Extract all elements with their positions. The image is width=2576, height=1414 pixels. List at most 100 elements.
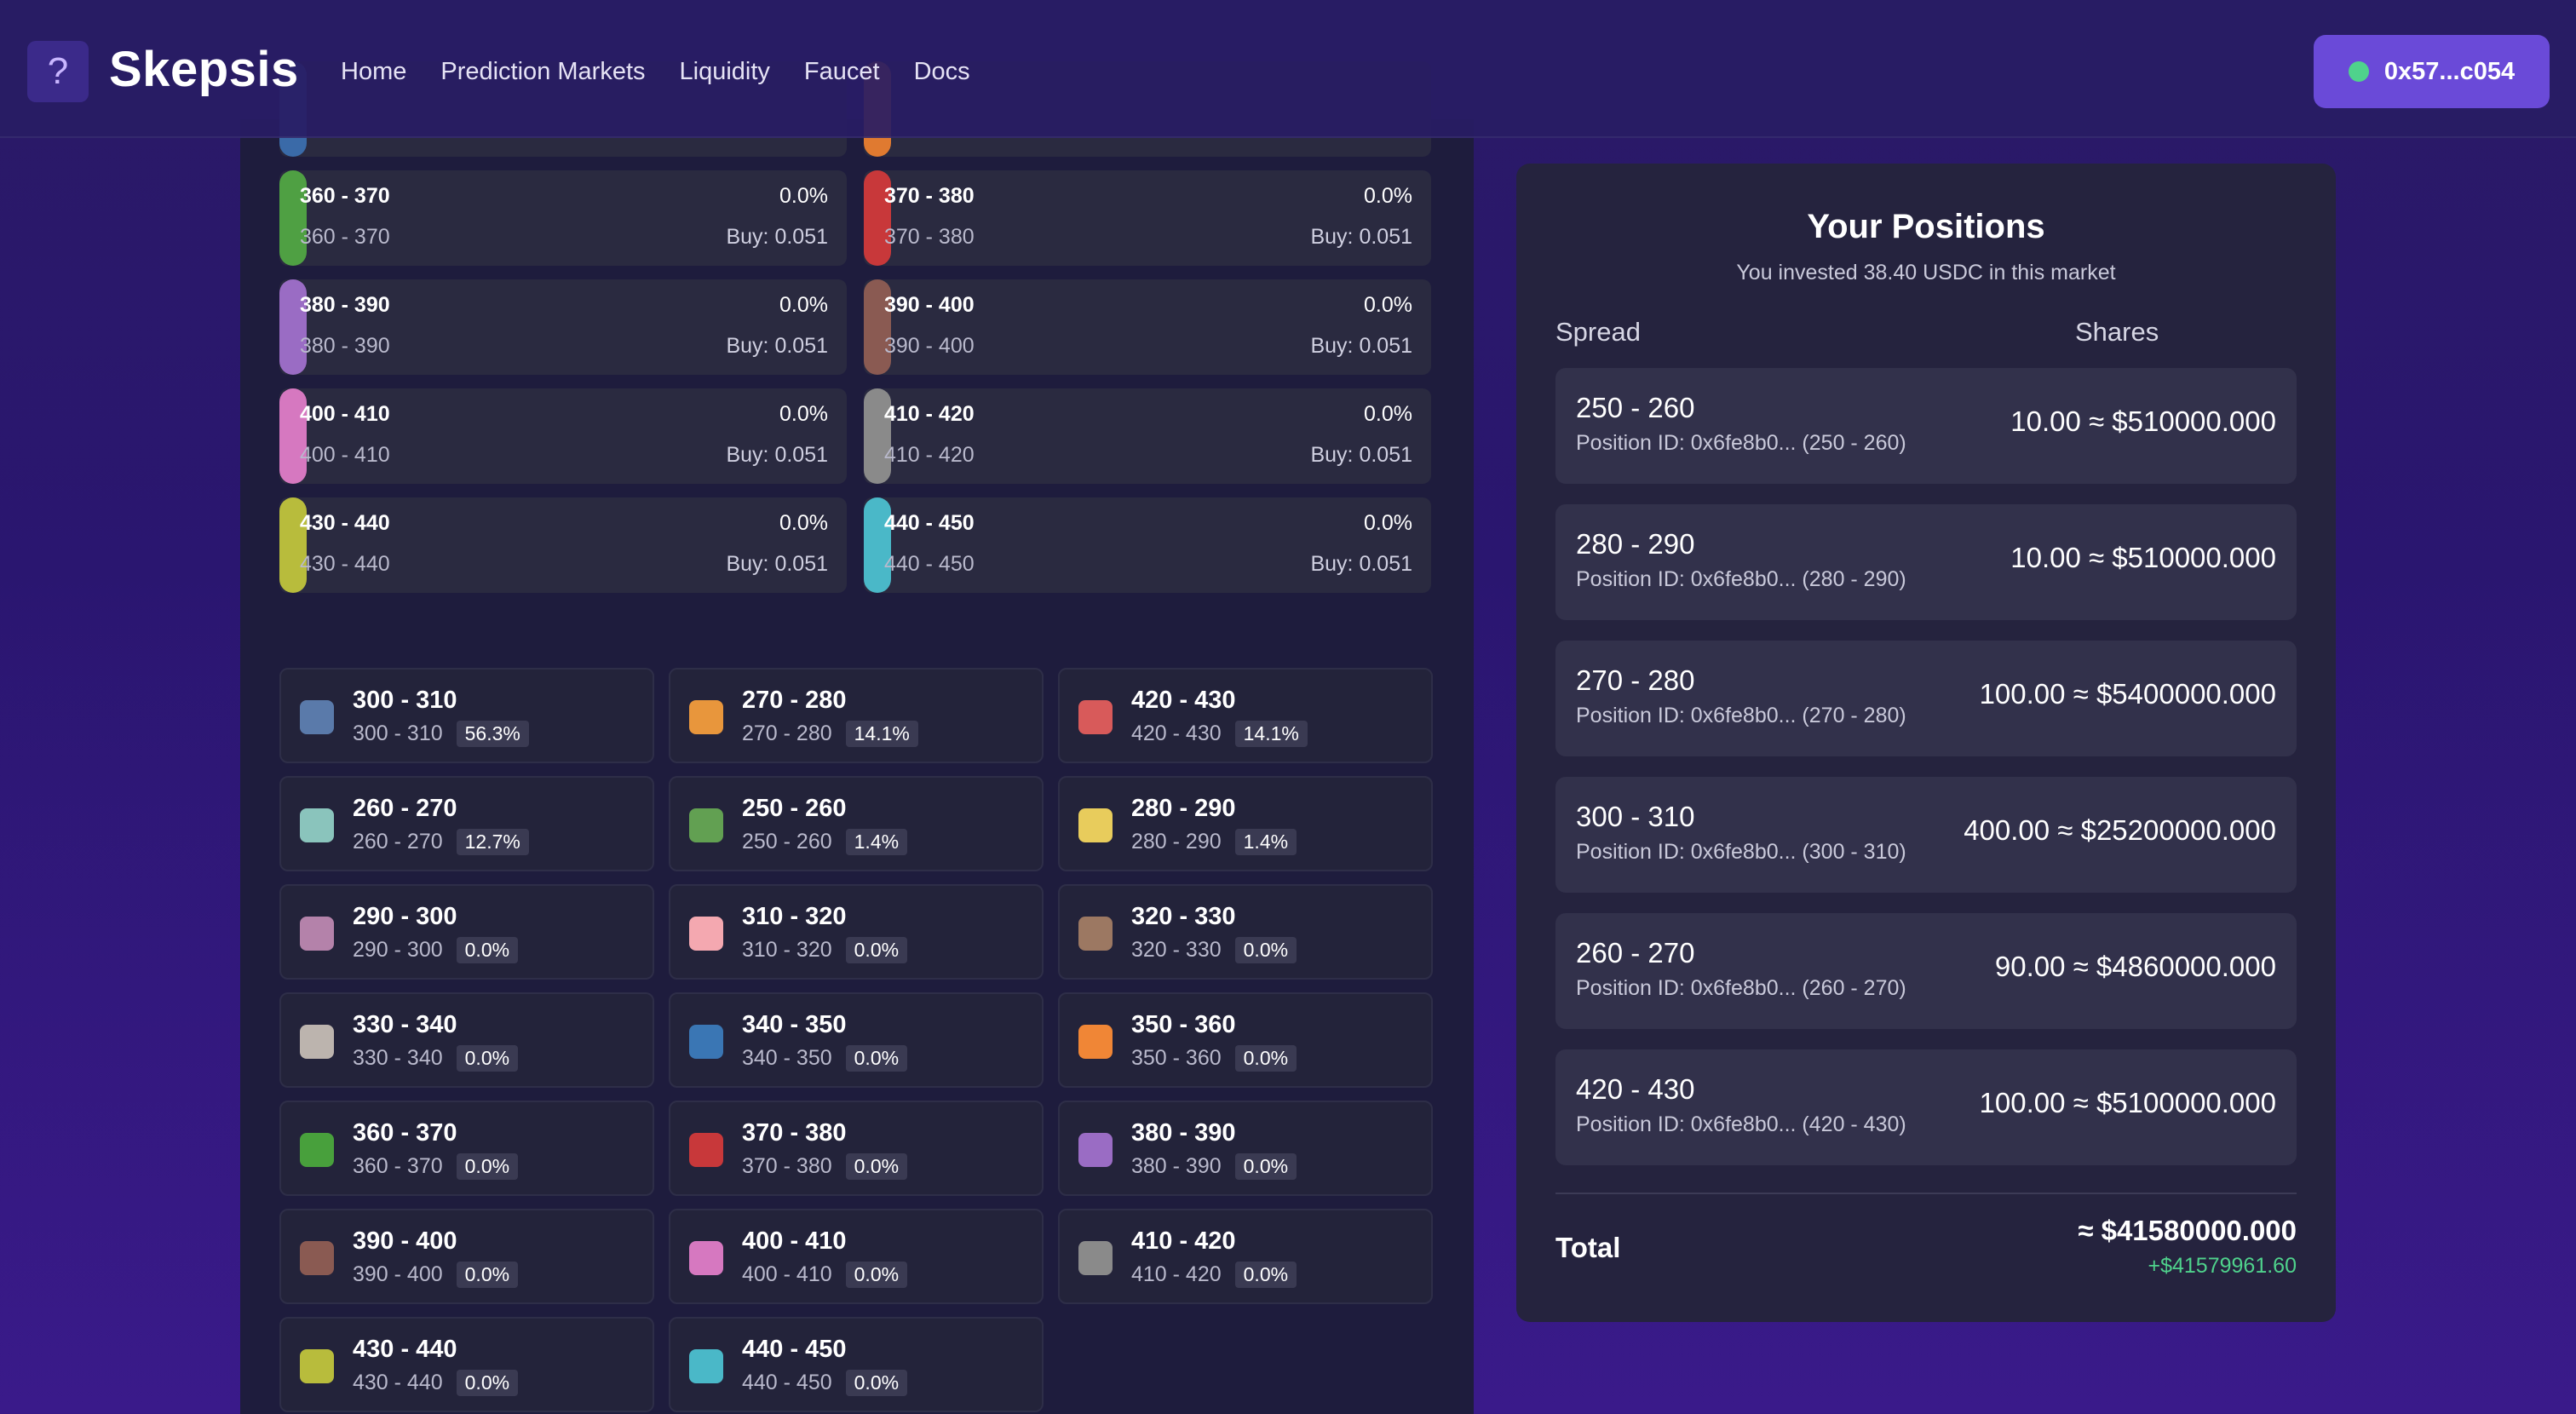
legend-range: 280 - 290 xyxy=(1131,830,1222,854)
outcome-subtitle: 430 - 440 xyxy=(300,552,390,576)
legend-color-swatch xyxy=(1078,1025,1113,1059)
legend-item[interactable]: 250 - 260 250 - 260 1.4% xyxy=(669,776,1044,871)
legend-range: 250 - 260 xyxy=(742,830,832,854)
position-row[interactable]: 420 - 430 Position ID: 0x6fe8b0... (420 -… xyxy=(1555,1049,2297,1165)
legend-item[interactable]: 420 - 430 420 - 430 14.1% xyxy=(1058,668,1433,763)
position-shares-value: 400.00 ≈ $25200000.000 xyxy=(1964,814,2276,846)
legend-percentage-badge: 0.0% xyxy=(456,1262,519,1288)
legend-item[interactable]: 370 - 380 370 - 380 0.0% xyxy=(669,1101,1044,1196)
outcome-buy-price[interactable]: Buy: 0.051 xyxy=(726,443,828,468)
outcome-title: 360 - 370 xyxy=(300,184,390,208)
nav-link-liquidity[interactable]: Liquidity xyxy=(680,58,770,86)
position-spread: 280 - 290 xyxy=(1576,528,1695,560)
outcome-probability: 0.0% xyxy=(1364,402,1412,426)
legend-range: 360 - 370 xyxy=(353,1154,443,1178)
legend-subtitle: 270 - 280 14.1% xyxy=(742,721,918,747)
outcome-buy-price[interactable]: Buy: 0.051 xyxy=(1310,225,1412,250)
legend-item[interactable]: 280 - 290 280 - 290 1.4% xyxy=(1058,776,1433,871)
legend-subtitle: 410 - 420 0.0% xyxy=(1131,1262,1297,1288)
position-id: Position ID: 0x6fe8b0... (250 - 260) xyxy=(1576,431,1906,455)
nav-link-home[interactable]: Home xyxy=(341,58,406,86)
legend-range: 330 - 340 xyxy=(353,1046,443,1070)
legend-item[interactable]: 320 - 330 320 - 330 0.0% xyxy=(1058,884,1433,980)
legend-item[interactable]: 410 - 420 410 - 420 0.0% xyxy=(1058,1209,1433,1304)
legend-subtitle: 400 - 410 0.0% xyxy=(742,1262,908,1288)
outcome-card[interactable]: 400 - 410 400 - 410 0.0% Buy: 0.051 xyxy=(279,388,847,484)
legend-percentage-badge: 0.0% xyxy=(1234,1045,1297,1072)
legend-percentage-badge: 0.0% xyxy=(845,1153,908,1180)
position-shares-value: 100.00 ≈ $5100000.000 xyxy=(1979,1087,2276,1118)
legend-item[interactable]: 330 - 340 330 - 340 0.0% xyxy=(279,992,654,1088)
legend-item[interactable]: 360 - 370 360 - 370 0.0% xyxy=(279,1101,654,1196)
legend-title: 320 - 330 xyxy=(1131,903,1236,930)
outcome-probability: 0.0% xyxy=(779,184,828,208)
outcome-card[interactable]: 440 - 450 440 - 450 0.0% Buy: 0.051 xyxy=(864,497,1431,593)
legend-title: 430 - 440 xyxy=(353,1336,457,1363)
legend-percentage-badge: 0.0% xyxy=(456,1370,519,1396)
nav-link-faucet[interactable]: Faucet xyxy=(804,58,880,86)
legend-color-swatch xyxy=(689,700,723,734)
outcome-buy-price[interactable]: Buy: 0.051 xyxy=(1310,552,1412,577)
legend-color-swatch xyxy=(689,1025,723,1059)
total-value: ≈ $41580000.000 xyxy=(2078,1215,2297,1246)
outcome-title: 400 - 410 xyxy=(300,402,390,426)
legend-item[interactable]: 380 - 390 380 - 390 0.0% xyxy=(1058,1101,1433,1196)
outcome-card[interactable]: 380 - 390 380 - 390 0.0% Buy: 0.051 xyxy=(279,279,847,375)
outcome-buy-price[interactable]: Buy: 0.051 xyxy=(1310,334,1412,359)
legend-percentage-badge: 0.0% xyxy=(456,1045,519,1072)
legend-item[interactable]: 440 - 450 440 - 450 0.0% xyxy=(669,1317,1044,1412)
wallet-button[interactable]: 0x57...c054 xyxy=(2314,35,2550,108)
legend-item[interactable]: 350 - 360 350 - 360 0.0% xyxy=(1058,992,1433,1088)
legend-subtitle: 390 - 400 0.0% xyxy=(353,1262,519,1288)
legend-color-swatch xyxy=(1078,1133,1113,1167)
outcome-title: 390 - 400 xyxy=(884,293,975,317)
legend-item[interactable]: 310 - 320 310 - 320 0.0% xyxy=(669,884,1044,980)
outcome-card[interactable]: 360 - 370 360 - 370 0.0% Buy: 0.051 xyxy=(279,170,847,266)
legend-subtitle: 440 - 450 0.0% xyxy=(742,1370,908,1396)
position-spread: 250 - 260 xyxy=(1576,392,1695,423)
outcome-card[interactable]: 370 - 380 370 - 380 0.0% Buy: 0.051 xyxy=(864,170,1431,266)
legend-color-swatch xyxy=(689,1241,723,1275)
legend-item[interactable]: 300 - 310 300 - 310 56.3% xyxy=(279,668,654,763)
position-shares-value: 100.00 ≈ $5400000.000 xyxy=(1979,678,2276,710)
legend-item[interactable]: 390 - 400 390 - 400 0.0% xyxy=(279,1209,654,1304)
legend-range: 420 - 430 xyxy=(1131,721,1222,745)
legend-range: 270 - 280 xyxy=(742,721,832,745)
legend-item[interactable]: 270 - 280 270 - 280 14.1% xyxy=(669,668,1044,763)
legend-range: 390 - 400 xyxy=(353,1262,443,1286)
outcome-buy-price[interactable]: Buy: 0.051 xyxy=(1310,443,1412,468)
legend-subtitle: 340 - 350 0.0% xyxy=(742,1045,908,1072)
legend-item[interactable]: 340 - 350 340 - 350 0.0% xyxy=(669,992,1044,1088)
outcome-card[interactable]: 390 - 400 390 - 400 0.0% Buy: 0.051 xyxy=(864,279,1431,375)
outcome-card[interactable]: 430 - 440 430 - 440 0.0% Buy: 0.051 xyxy=(279,497,847,593)
legend-range: 300 - 310 xyxy=(353,721,443,745)
legend-item[interactable]: 260 - 270 260 - 270 12.7% xyxy=(279,776,654,871)
question-mark-icon[interactable]: ? xyxy=(27,41,89,102)
legend-title: 290 - 300 xyxy=(353,903,457,930)
total-gain: +$41579961.60 xyxy=(2148,1254,2297,1278)
legend-percentage-badge: 0.0% xyxy=(845,1045,908,1072)
position-row[interactable]: 270 - 280 Position ID: 0x6fe8b0... (270 -… xyxy=(1555,641,2297,756)
outcome-buy-price[interactable]: Buy: 0.051 xyxy=(726,552,828,577)
brand-name[interactable]: Skepsis xyxy=(109,41,299,98)
legend-percentage-badge: 0.0% xyxy=(845,937,908,963)
position-row[interactable]: 280 - 290 Position ID: 0x6fe8b0... (280 -… xyxy=(1555,504,2297,620)
legend-color-swatch xyxy=(689,917,723,951)
position-row[interactable]: 260 - 270 Position ID: 0x6fe8b0... (260 -… xyxy=(1555,913,2297,1029)
outcome-subtitle: 380 - 390 xyxy=(300,334,390,358)
position-row[interactable]: 300 - 310 Position ID: 0x6fe8b0... (300 -… xyxy=(1555,777,2297,893)
legend-item[interactable]: 400 - 410 400 - 410 0.0% xyxy=(669,1209,1044,1304)
nav-link-docs[interactable]: Docs xyxy=(914,58,970,86)
legend-color-swatch xyxy=(300,1133,334,1167)
position-row[interactable]: 250 - 260 Position ID: 0x6fe8b0... (250 -… xyxy=(1555,368,2297,484)
outcome-buy-price[interactable]: Buy: 0.051 xyxy=(726,334,828,359)
outcome-buy-price[interactable]: Buy: 0.051 xyxy=(726,225,828,250)
legend-color-swatch xyxy=(689,1133,723,1167)
legend-percentage-badge: 14.1% xyxy=(1234,721,1308,747)
legend-item[interactable]: 430 - 440 430 - 440 0.0% xyxy=(279,1317,654,1412)
legend-range: 260 - 270 xyxy=(353,830,443,854)
outcome-card[interactable]: 410 - 420 410 - 420 0.0% Buy: 0.051 xyxy=(864,388,1431,484)
legend-item[interactable]: 290 - 300 290 - 300 0.0% xyxy=(279,884,654,980)
legend-percentage-badge: 0.0% xyxy=(456,1153,519,1180)
nav-link-prediction-markets[interactable]: Prediction Markets xyxy=(440,58,645,86)
